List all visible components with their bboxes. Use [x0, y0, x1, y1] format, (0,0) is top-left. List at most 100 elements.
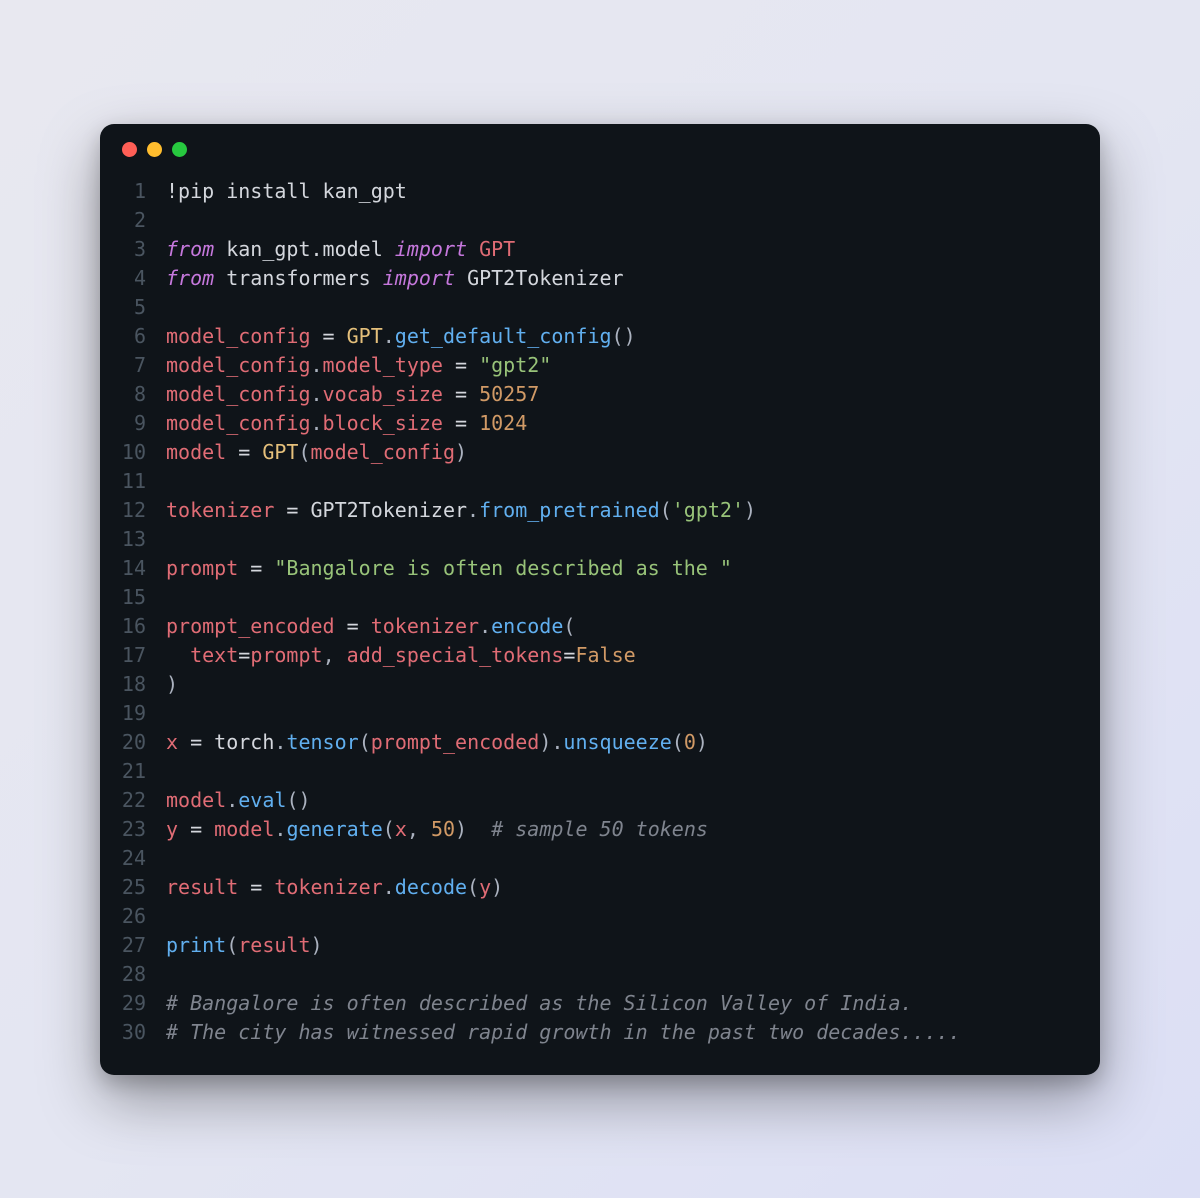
line-number: 26	[118, 902, 166, 931]
code-token: from_pretrained	[479, 498, 660, 522]
code-token: )	[744, 498, 756, 522]
code-token: =	[443, 353, 479, 377]
code-token: .	[479, 614, 491, 638]
line-number: 11	[118, 467, 166, 496]
code-token: y	[166, 817, 178, 841]
code-token: 'gpt2'	[672, 498, 744, 522]
code-line: 6model_config = GPT.get_default_config()	[118, 322, 1082, 351]
line-content: model_config = GPT.get_default_config()	[166, 322, 1082, 351]
code-token: =	[238, 875, 274, 899]
code-token: )	[696, 730, 708, 754]
code-token: prompt_encoded	[166, 614, 335, 638]
line-number: 27	[118, 931, 166, 960]
line-content	[166, 844, 1082, 873]
line-number: 30	[118, 1018, 166, 1047]
code-token: )	[311, 933, 323, 957]
code-token: model_type	[323, 353, 443, 377]
code-line: 21	[118, 757, 1082, 786]
code-line: 22model.eval()	[118, 786, 1082, 815]
maximize-icon[interactable]	[172, 142, 187, 157]
code-token: .	[311, 382, 323, 406]
code-token: # Bangalore is often described as the Si…	[166, 991, 913, 1015]
window-titlebar	[100, 124, 1100, 167]
line-number: 24	[118, 844, 166, 873]
code-token: "gpt2"	[479, 353, 551, 377]
code-token: False	[575, 643, 635, 667]
code-line: 3from kan_gpt.model import GPT	[118, 235, 1082, 264]
code-token: import	[383, 266, 467, 290]
line-number: 13	[118, 525, 166, 554]
code-line: 14prompt = "Bangalore is often described…	[118, 554, 1082, 583]
code-token: vocab_size	[323, 382, 443, 406]
code-token: 0	[684, 730, 696, 754]
code-line: 24	[118, 844, 1082, 873]
code-token: model_config	[166, 382, 311, 406]
line-number: 18	[118, 670, 166, 699]
line-number: 4	[118, 264, 166, 293]
line-number: 2	[118, 206, 166, 235]
code-window: 1!pip install kan_gpt23from kan_gpt.mode…	[100, 124, 1100, 1075]
code-token: =	[226, 440, 262, 464]
code-line: 7model_config.model_type = "gpt2"	[118, 351, 1082, 380]
code-line: 2	[118, 206, 1082, 235]
code-line: 15	[118, 583, 1082, 612]
code-token: GPT2Tokenizer	[311, 498, 468, 522]
code-token: 50257	[479, 382, 539, 406]
code-token: .	[226, 788, 238, 812]
code-token: GPT2Tokenizer	[467, 266, 624, 290]
line-content	[166, 902, 1082, 931]
code-line: 1!pip install kan_gpt	[118, 177, 1082, 206]
line-number: 16	[118, 612, 166, 641]
code-token: y	[479, 875, 491, 899]
code-line: 27print(result)	[118, 931, 1082, 960]
code-token: tokenizer	[166, 498, 274, 522]
line-number: 28	[118, 960, 166, 989]
code-line: 19	[118, 699, 1082, 728]
code-token: =	[238, 556, 274, 580]
code-token: .	[274, 730, 286, 754]
line-content	[166, 699, 1082, 728]
code-line: 10model = GPT(model_config)	[118, 438, 1082, 467]
code-token: )	[455, 817, 467, 841]
code-token: =	[563, 643, 575, 667]
code-token: prompt	[250, 643, 322, 667]
code-token: model_config	[166, 324, 311, 348]
line-content: model_config.block_size = 1024	[166, 409, 1082, 438]
code-token: GPT	[347, 324, 383, 348]
line-content	[166, 525, 1082, 554]
code-token: =	[311, 324, 347, 348]
code-line: 5	[118, 293, 1082, 322]
code-token: 1024	[479, 411, 527, 435]
code-token: 50	[431, 817, 455, 841]
code-token: .	[383, 324, 395, 348]
line-content	[166, 206, 1082, 235]
line-number: 17	[118, 641, 166, 670]
line-number: 10	[118, 438, 166, 467]
code-token: =	[274, 498, 310, 522]
line-content: from kan_gpt.model import GPT	[166, 235, 1082, 264]
close-icon[interactable]	[122, 142, 137, 157]
code-line: 25result = tokenizer.decode(y)	[118, 873, 1082, 902]
code-token: result	[166, 875, 238, 899]
code-token: )	[455, 440, 467, 464]
code-token: =	[443, 411, 479, 435]
line-content	[166, 960, 1082, 989]
code-token: .	[311, 411, 323, 435]
code-token: (	[563, 614, 575, 638]
code-token: .	[274, 817, 286, 841]
line-number: 15	[118, 583, 166, 612]
code-token: text	[190, 643, 238, 667]
code-token: ,	[407, 817, 431, 841]
code-token: add_special_tokens	[347, 643, 564, 667]
line-content: text=prompt, add_special_tokens=False	[166, 641, 1082, 670]
code-line: 4from transformers import GPT2Tokenizer	[118, 264, 1082, 293]
minimize-icon[interactable]	[147, 142, 162, 157]
line-content: model.eval()	[166, 786, 1082, 815]
line-content: x = torch.tensor(prompt_encoded).unsquee…	[166, 728, 1082, 757]
code-area: 1!pip install kan_gpt23from kan_gpt.mode…	[100, 167, 1100, 1047]
code-token: model	[214, 817, 274, 841]
code-token: ,	[323, 643, 347, 667]
code-line: 30# The city has witnessed rapid growth …	[118, 1018, 1082, 1047]
code-token: unsqueeze	[563, 730, 671, 754]
code-token: =	[443, 382, 479, 406]
